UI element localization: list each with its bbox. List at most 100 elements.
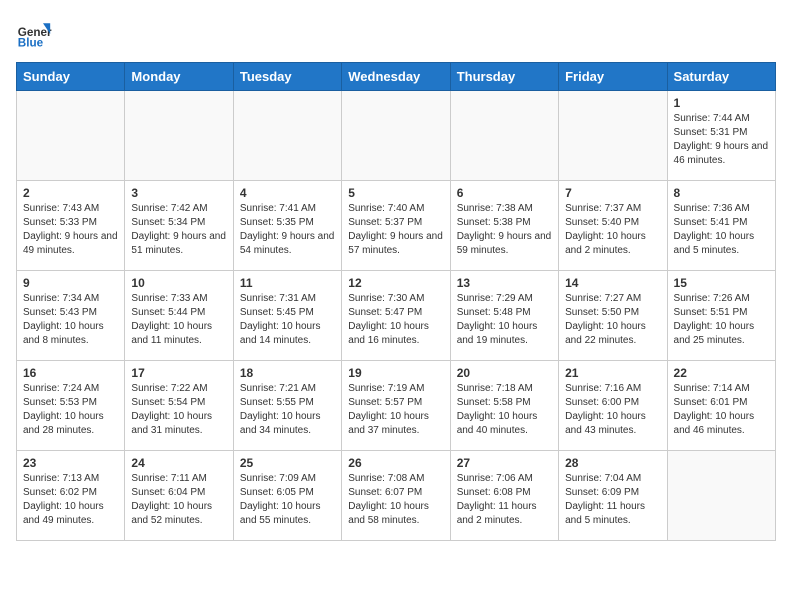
page-header: General Blue xyxy=(16,16,776,52)
day-info: Sunrise: 7:43 AM Sunset: 5:33 PM Dayligh… xyxy=(23,202,118,258)
calendar-week-row: 16 Sunrise: 7:24 AM Sunset: 5:53 PM Dayli… xyxy=(17,361,776,451)
calendar-day-cell: 8 Sunrise: 7:36 AM Sunset: 5:41 PM Daylig… xyxy=(667,181,775,271)
day-info: Sunrise: 7:06 AM Sunset: 6:08 PM Dayligh… xyxy=(457,472,552,528)
day-info: Sunrise: 7:13 AM Sunset: 6:02 PM Dayligh… xyxy=(23,472,118,528)
day-number: 5 xyxy=(348,186,443,200)
day-info: Sunrise: 7:16 AM Sunset: 6:00 PM Dayligh… xyxy=(565,382,660,438)
day-info: Sunrise: 7:24 AM Sunset: 5:53 PM Dayligh… xyxy=(23,382,118,438)
calendar-day-cell: 15 Sunrise: 7:26 AM Sunset: 5:51 PM Dayli… xyxy=(667,271,775,361)
day-number: 3 xyxy=(131,186,226,200)
calendar-day-cell xyxy=(667,451,775,541)
day-info: Sunrise: 7:27 AM Sunset: 5:50 PM Dayligh… xyxy=(565,292,660,348)
calendar-day-cell: 19Sunrise: 7:19 AM Sunset: 5:57 PM Dayli… xyxy=(342,361,450,451)
calendar-day-cell: 2 Sunrise: 7:43 AM Sunset: 5:33 PM Daylig… xyxy=(17,181,125,271)
day-number: 26 xyxy=(348,456,443,470)
day-number: 11 xyxy=(240,276,335,290)
calendar-day-cell: 9 Sunrise: 7:34 AM Sunset: 5:43 PM Daylig… xyxy=(17,271,125,361)
day-info: Sunrise: 7:21 AM Sunset: 5:55 PM Dayligh… xyxy=(240,382,335,438)
calendar-day-cell: 27 Sunrise: 7:06 AM Sunset: 6:08 PM Dayli… xyxy=(450,451,558,541)
calendar-day-cell: 13 Sunrise: 7:29 AM Sunset: 5:48 PM Dayli… xyxy=(450,271,558,361)
day-number: 17 xyxy=(131,366,226,380)
day-number: 10 xyxy=(131,276,226,290)
day-info: Sunrise: 7:30 AM Sunset: 5:47 PM Dayligh… xyxy=(348,292,443,348)
calendar-day-cell: 4 Sunrise: 7:41 AM Sunset: 5:35 PM Daylig… xyxy=(233,181,341,271)
calendar-day-cell xyxy=(342,91,450,181)
day-info: Sunrise: 7:26 AM Sunset: 5:51 PM Dayligh… xyxy=(674,292,769,348)
day-number: 18 xyxy=(240,366,335,380)
day-info: Sunrise: 7:11 AM Sunset: 6:04 PM Dayligh… xyxy=(131,472,226,528)
day-number: 22 xyxy=(674,366,769,380)
calendar-day-cell: 12 Sunrise: 7:30 AM Sunset: 5:47 PM Dayli… xyxy=(342,271,450,361)
day-info: Sunrise: 7:04 AM Sunset: 6:09 PM Dayligh… xyxy=(565,472,660,528)
calendar-day-cell: 17 Sunrise: 7:22 AM Sunset: 5:54 PM Dayli… xyxy=(125,361,233,451)
day-info: Sunrise: 7:42 AM Sunset: 5:34 PM Dayligh… xyxy=(131,202,226,258)
calendar-day-cell: 11 Sunrise: 7:31 AM Sunset: 5:45 PM Dayli… xyxy=(233,271,341,361)
calendar-day-cell xyxy=(450,91,558,181)
day-info: Sunrise: 7:31 AM Sunset: 5:45 PM Dayligh… xyxy=(240,292,335,348)
calendar-day-cell: 21 Sunrise: 7:16 AM Sunset: 6:00 PM Dayli… xyxy=(559,361,667,451)
day-number: 6 xyxy=(457,186,552,200)
day-number: 9 xyxy=(23,276,118,290)
calendar-day-cell: 3 Sunrise: 7:42 AM Sunset: 5:34 PM Daylig… xyxy=(125,181,233,271)
weekday-header-sunday: Sunday xyxy=(17,63,125,91)
day-info: Sunrise: 7:29 AM Sunset: 5:48 PM Dayligh… xyxy=(457,292,552,348)
day-info: Sunrise: 7:18 AM Sunset: 5:58 PM Dayligh… xyxy=(457,382,552,438)
day-info: Sunrise: 7:33 AM Sunset: 5:44 PM Dayligh… xyxy=(131,292,226,348)
calendar-day-cell: 20 Sunrise: 7:18 AM Sunset: 5:58 PM Dayli… xyxy=(450,361,558,451)
logo: General Blue xyxy=(16,16,52,52)
calendar-day-cell: 7 Sunrise: 7:37 AM Sunset: 5:40 PM Daylig… xyxy=(559,181,667,271)
calendar-day-cell xyxy=(559,91,667,181)
day-number: 14 xyxy=(565,276,660,290)
day-number: 15 xyxy=(674,276,769,290)
calendar-day-cell: 25 Sunrise: 7:09 AM Sunset: 6:05 PM Dayli… xyxy=(233,451,341,541)
weekday-header-monday: Monday xyxy=(125,63,233,91)
weekday-header-tuesday: Tuesday xyxy=(233,63,341,91)
calendar-table: SundayMondayTuesdayWednesdayThursdayFrid… xyxy=(16,62,776,541)
day-number: 24 xyxy=(131,456,226,470)
calendar-day-cell: 1 Sunrise: 7:44 AM Sunset: 5:31 PM Daylig… xyxy=(667,91,775,181)
day-info: Sunrise: 7:22 AM Sunset: 5:54 PM Dayligh… xyxy=(131,382,226,438)
calendar-day-cell xyxy=(125,91,233,181)
weekday-header-saturday: Saturday xyxy=(667,63,775,91)
calendar-day-cell: 10 Sunrise: 7:33 AM Sunset: 5:44 PM Dayli… xyxy=(125,271,233,361)
calendar-week-row: 23Sunrise: 7:13 AM Sunset: 6:02 PM Dayli… xyxy=(17,451,776,541)
calendar-day-cell: 18 Sunrise: 7:21 AM Sunset: 5:55 PM Dayli… xyxy=(233,361,341,451)
day-number: 16 xyxy=(23,366,118,380)
day-info: Sunrise: 7:38 AM Sunset: 5:38 PM Dayligh… xyxy=(457,202,552,258)
day-number: 8 xyxy=(674,186,769,200)
day-number: 21 xyxy=(565,366,660,380)
calendar-day-cell: 24 Sunrise: 7:11 AM Sunset: 6:04 PM Dayli… xyxy=(125,451,233,541)
day-number: 28 xyxy=(565,456,660,470)
calendar-day-cell: 6 Sunrise: 7:38 AM Sunset: 5:38 PM Daylig… xyxy=(450,181,558,271)
day-number: 1 xyxy=(674,96,769,110)
day-number: 12 xyxy=(348,276,443,290)
logo-icon: General Blue xyxy=(16,16,52,52)
day-info: Sunrise: 7:44 AM Sunset: 5:31 PM Dayligh… xyxy=(674,112,769,168)
day-number: 20 xyxy=(457,366,552,380)
day-number: 19 xyxy=(348,366,443,380)
calendar-week-row: 9 Sunrise: 7:34 AM Sunset: 5:43 PM Daylig… xyxy=(17,271,776,361)
day-info: Sunrise: 7:08 AM Sunset: 6:07 PM Dayligh… xyxy=(348,472,443,528)
day-number: 13 xyxy=(457,276,552,290)
day-number: 4 xyxy=(240,186,335,200)
day-info: Sunrise: 7:34 AM Sunset: 5:43 PM Dayligh… xyxy=(23,292,118,348)
weekday-header-wednesday: Wednesday xyxy=(342,63,450,91)
svg-text:Blue: Blue xyxy=(18,37,44,50)
weekday-header-row: SundayMondayTuesdayWednesdayThursdayFrid… xyxy=(17,63,776,91)
day-number: 7 xyxy=(565,186,660,200)
calendar-day-cell: 28 Sunrise: 7:04 AM Sunset: 6:09 PM Dayli… xyxy=(559,451,667,541)
day-info: Sunrise: 7:41 AM Sunset: 5:35 PM Dayligh… xyxy=(240,202,335,258)
day-info: Sunrise: 7:37 AM Sunset: 5:40 PM Dayligh… xyxy=(565,202,660,258)
day-number: 25 xyxy=(240,456,335,470)
calendar-day-cell: 16 Sunrise: 7:24 AM Sunset: 5:53 PM Dayli… xyxy=(17,361,125,451)
day-info: Sunrise: 7:09 AM Sunset: 6:05 PM Dayligh… xyxy=(240,472,335,528)
calendar-day-cell: 23Sunrise: 7:13 AM Sunset: 6:02 PM Dayli… xyxy=(17,451,125,541)
calendar-day-cell xyxy=(233,91,341,181)
day-number: 2 xyxy=(23,186,118,200)
calendar-week-row: 2 Sunrise: 7:43 AM Sunset: 5:33 PM Daylig… xyxy=(17,181,776,271)
weekday-header-thursday: Thursday xyxy=(450,63,558,91)
calendar-day-cell: 14 Sunrise: 7:27 AM Sunset: 5:50 PM Dayli… xyxy=(559,271,667,361)
day-number: 27 xyxy=(457,456,552,470)
day-info: Sunrise: 7:36 AM Sunset: 5:41 PM Dayligh… xyxy=(674,202,769,258)
calendar-day-cell: 22Sunrise: 7:14 AM Sunset: 6:01 PM Dayli… xyxy=(667,361,775,451)
